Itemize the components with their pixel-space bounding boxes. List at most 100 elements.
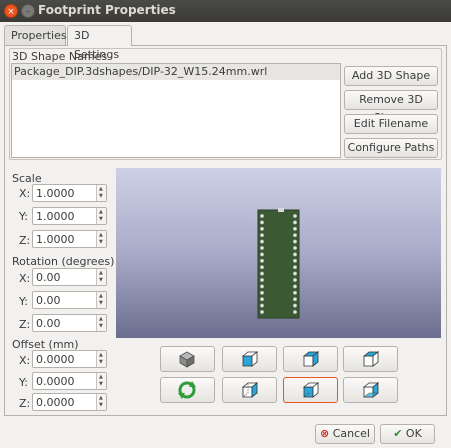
spin-buttons[interactable]: ▲ ▼ (96, 315, 106, 331)
rotation-y-label: Y: (19, 295, 28, 308)
view-back-icon (241, 382, 259, 398)
configure-paths-button[interactable]: Configure Paths (344, 138, 438, 158)
reset-view-button[interactable] (160, 346, 215, 372)
rotation-z-label: Z: (19, 318, 31, 331)
pad (259, 245, 264, 250)
3d-preview-canvas[interactable] (116, 168, 441, 338)
spin-up-icon[interactable]: ▲ (99, 270, 103, 276)
spin-buttons[interactable]: ▲ ▼ (96, 231, 106, 247)
pad (259, 239, 264, 244)
rotation-x-label: X: (19, 272, 31, 285)
spin-down-icon[interactable]: ▼ (99, 193, 103, 199)
scale-x-stepper[interactable]: 1.0000 ▲ ▼ (32, 184, 107, 202)
pad (292, 277, 297, 282)
pad (292, 214, 297, 219)
rotation-x-value: 0.00 (36, 271, 61, 284)
reset-view-icon (179, 351, 195, 368)
spin-up-icon[interactable]: ▲ (99, 395, 103, 401)
pad (259, 271, 264, 276)
cancel-label: Cancel (332, 427, 370, 440)
remove-3d-shape-button[interactable]: Remove 3D Shape (344, 90, 438, 124)
pad (259, 252, 264, 257)
view-bottom-icon (362, 382, 380, 398)
spin-up-icon[interactable]: ▲ (99, 352, 103, 358)
cancel-button[interactable]: ⊗ Cancel (315, 424, 375, 444)
pad (259, 226, 264, 231)
spin-buttons[interactable]: ▲ ▼ (96, 269, 106, 285)
pad (292, 271, 297, 276)
view-bottom-button[interactable] (343, 377, 398, 403)
scale-z-label: Z: (19, 234, 31, 247)
spin-buttons[interactable]: ▲ ▼ (96, 292, 106, 308)
rotation-y-stepper[interactable]: 0.00 ▲ ▼ (32, 291, 107, 309)
rotate-view-button[interactable] (160, 377, 215, 403)
spin-up-icon[interactable]: ▲ (99, 316, 103, 322)
spin-up-icon[interactable]: ▲ (99, 374, 103, 380)
spin-up-icon[interactable]: ▲ (99, 209, 103, 215)
spin-down-icon[interactable]: ▼ (99, 239, 103, 245)
rotation-z-stepper[interactable]: 0.00 ▲ ▼ (32, 314, 107, 332)
pad (259, 214, 264, 219)
view-right-icon (302, 351, 320, 367)
offset-y-label: Y: (19, 376, 28, 389)
pad (259, 220, 264, 225)
close-icon[interactable]: × (4, 4, 18, 18)
add-3d-shape-button[interactable]: Add 3D Shape (344, 66, 438, 86)
offset-x-stepper[interactable]: 0.0000 ▲ ▼ (32, 350, 107, 368)
offset-z-value: 0.0000 (36, 396, 75, 409)
pad (292, 252, 297, 257)
spin-down-icon[interactable]: ▼ (99, 323, 103, 329)
scale-y-label: Y: (19, 210, 28, 223)
view-front-button[interactable] (222, 346, 277, 372)
pad (292, 303, 297, 308)
pad (292, 309, 297, 314)
pad (292, 226, 297, 231)
rotation-z-value: 0.00 (36, 317, 61, 330)
rotation-section-title: Rotation (degrees) (12, 255, 115, 268)
cancel-icon: ⊗ (320, 427, 330, 440)
offset-y-stepper[interactable]: 0.0000 ▲ ▼ (32, 372, 107, 390)
pin1-marker (278, 208, 284, 212)
pad (292, 239, 297, 244)
scale-z-stepper[interactable]: 1.0000 ▲ ▼ (32, 230, 107, 248)
3d-model-view (257, 208, 300, 319)
scale-y-stepper[interactable]: 1.0000 ▲ ▼ (32, 207, 107, 225)
spin-down-icon[interactable]: ▼ (99, 359, 103, 365)
spin-down-icon[interactable]: ▼ (99, 216, 103, 222)
spin-buttons[interactable]: ▲ ▼ (96, 185, 106, 201)
spin-buttons[interactable]: ▲ ▼ (96, 394, 106, 410)
view-top-icon (362, 351, 380, 367)
rotation-x-stepper[interactable]: 0.00 ▲ ▼ (32, 268, 107, 286)
pad (292, 290, 297, 295)
view-right-button[interactable] (283, 346, 338, 372)
spin-buttons[interactable]: ▲ ▼ (96, 208, 106, 224)
pad (259, 309, 264, 314)
minimize-icon[interactable]: – (21, 4, 35, 18)
view-left-icon (302, 382, 320, 398)
shape-list[interactable]: Package_DIP.3dshapes/DIP-32_W15.24mm.wrl (11, 63, 341, 158)
view-top-button[interactable] (343, 346, 398, 372)
edit-filename-button[interactable]: Edit Filename (344, 114, 438, 134)
offset-x-value: 0.0000 (36, 353, 75, 366)
spin-up-icon[interactable]: ▲ (99, 186, 103, 192)
offset-z-stepper[interactable]: 0.0000 ▲ ▼ (32, 393, 107, 411)
list-item[interactable]: Package_DIP.3dshapes/DIP-32_W15.24mm.wrl (12, 64, 340, 80)
spin-up-icon[interactable]: ▲ (99, 232, 103, 238)
ok-button[interactable]: ✔ OK (380, 424, 435, 444)
scale-z-value: 1.0000 (36, 233, 75, 246)
pad (292, 233, 297, 238)
spin-buttons[interactable]: ▲ ▼ (96, 351, 106, 367)
tab-properties[interactable]: Properties (4, 25, 67, 45)
pad (259, 277, 264, 282)
spin-up-icon[interactable]: ▲ (99, 293, 103, 299)
pad (259, 297, 264, 302)
check-icon: ✔ (393, 427, 403, 440)
spin-down-icon[interactable]: ▼ (99, 402, 103, 408)
spin-down-icon[interactable]: ▼ (99, 381, 103, 387)
spin-buttons[interactable]: ▲ ▼ (96, 373, 106, 389)
spin-down-icon[interactable]: ▼ (99, 277, 103, 283)
spin-down-icon[interactable]: ▼ (99, 300, 103, 306)
tab-3d-settings[interactable]: 3D Settings (67, 25, 132, 61)
view-back-button[interactable] (222, 377, 277, 403)
view-left-button[interactable] (283, 377, 338, 403)
